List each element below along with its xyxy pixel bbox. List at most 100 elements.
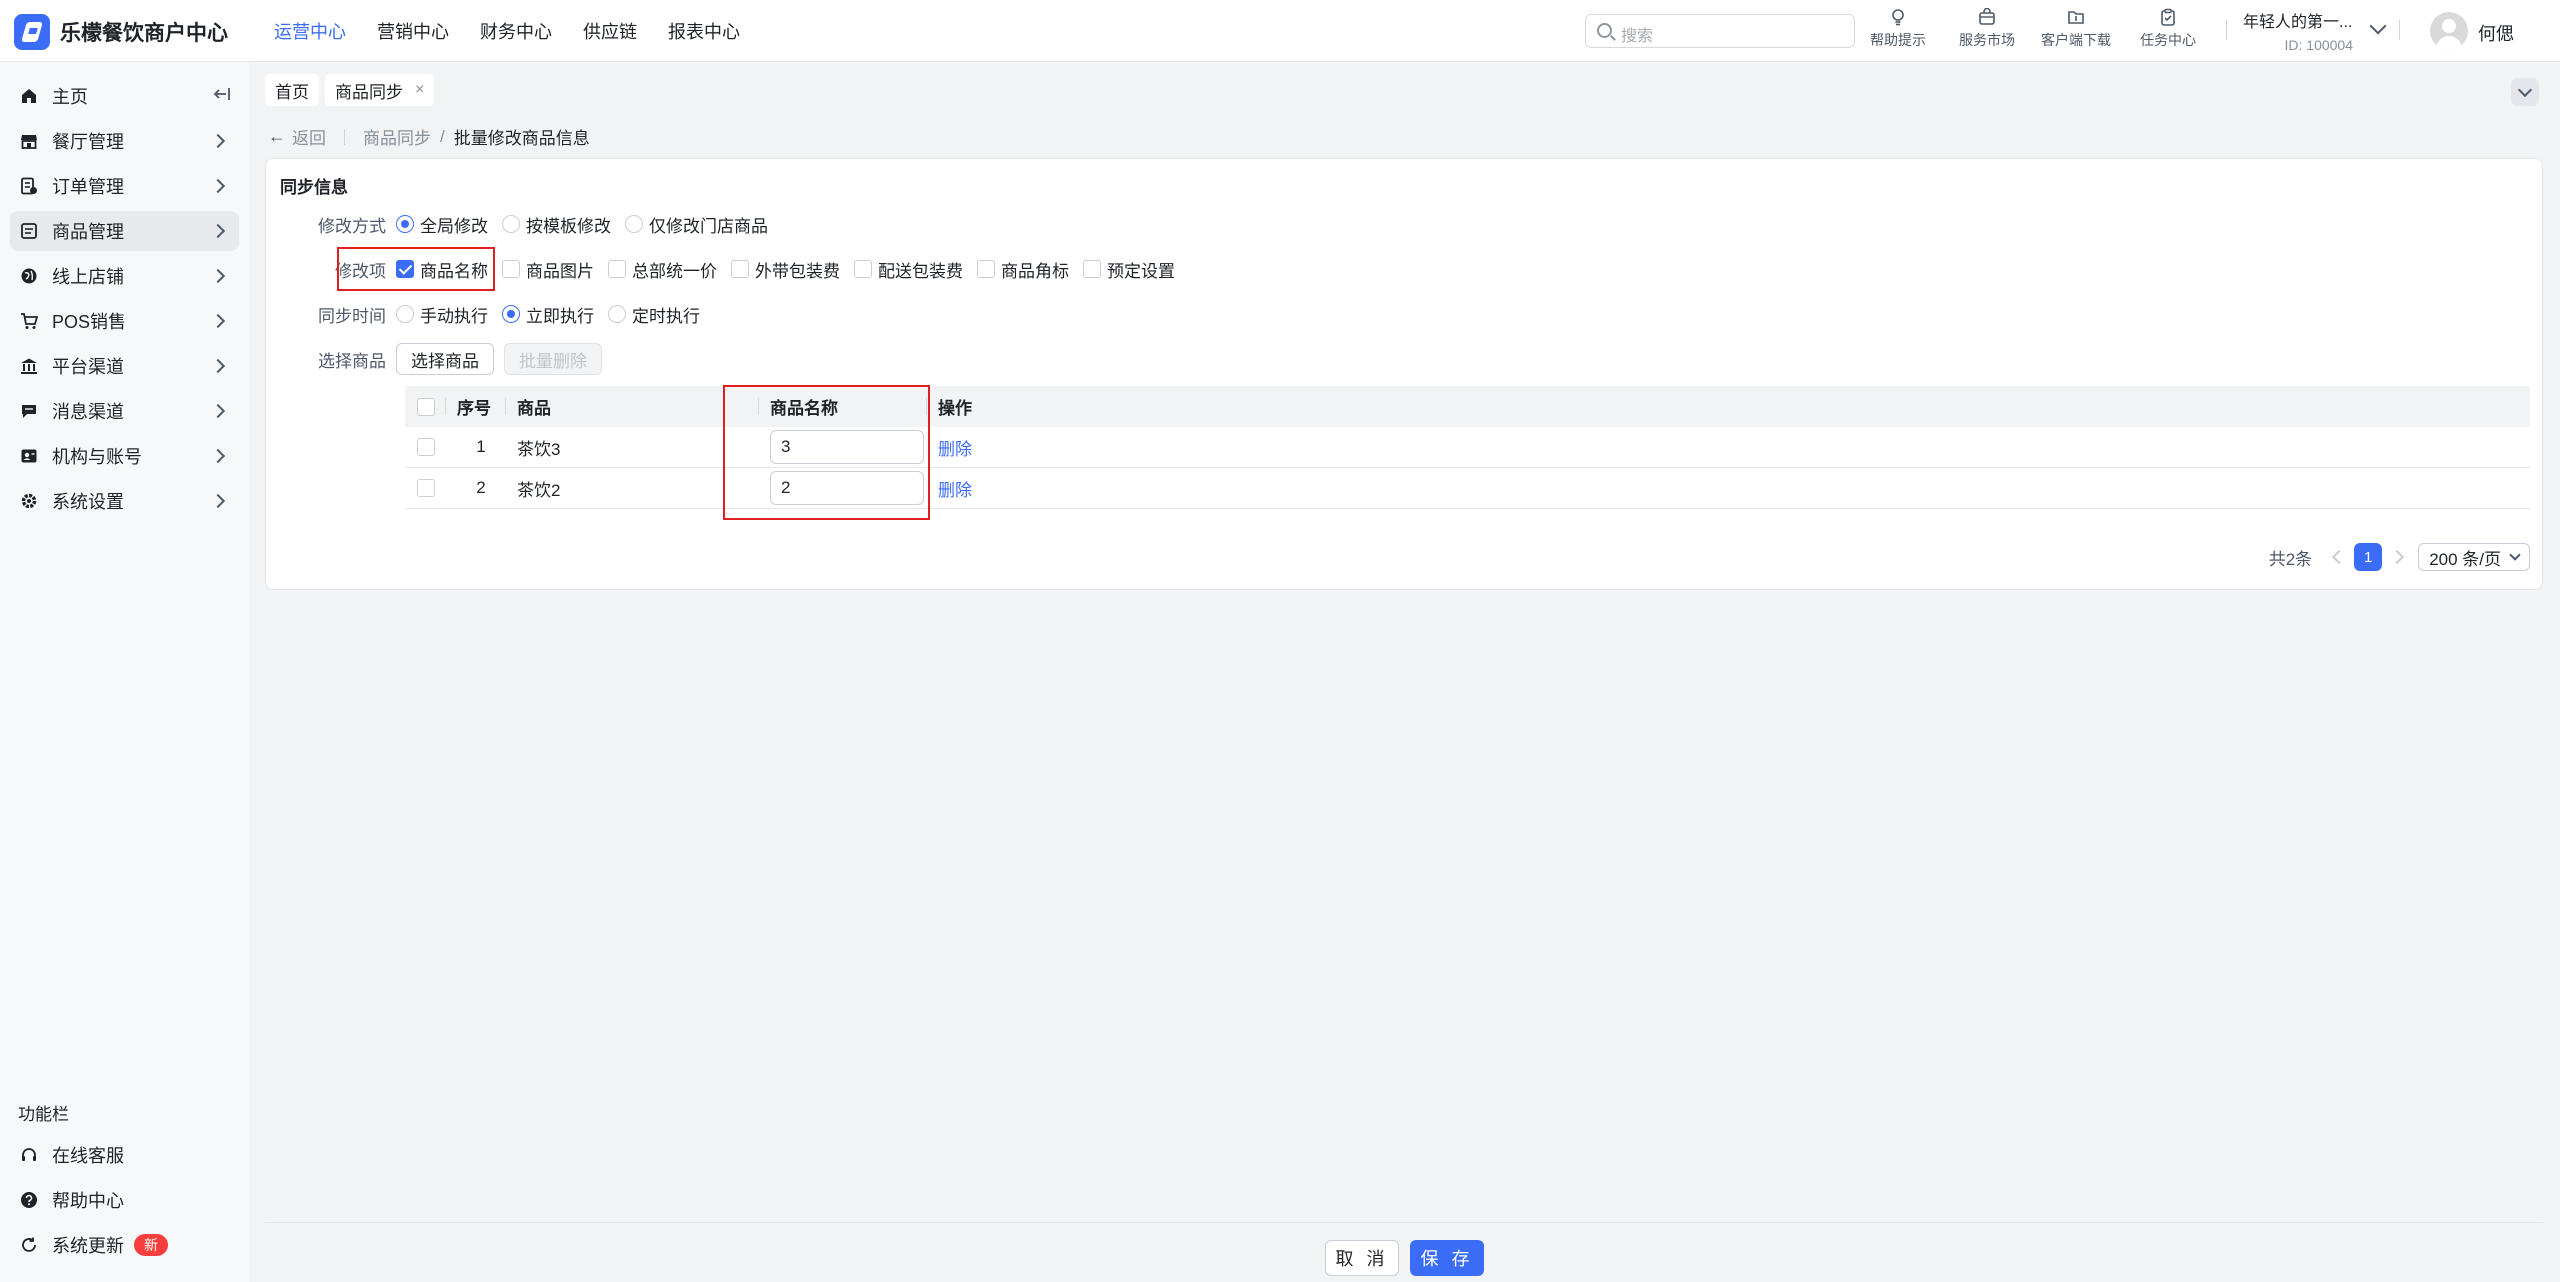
row-index: 2 <box>476 478 486 497</box>
radio[interactable] <box>396 305 414 323</box>
sync-info-card: 同步信息 修改方式 全局修改 按模板修改 仅修改门店商品 修改项 商品名称 商品… <box>265 158 2543 590</box>
headset-icon <box>22 1148 36 1161</box>
table-row: 2 茶饮2 2 删除 <box>405 468 2530 509</box>
mode-option-global[interactable]: 全局修改 <box>396 212 488 237</box>
sidebar-item-online-service[interactable]: 在线客服 <box>10 1135 239 1175</box>
item-option-goods-image[interactable]: 商品图片 <box>502 257 594 282</box>
client-download-button[interactable]: 客户端下载 <box>2041 8 2111 50</box>
tenant-name: 年轻人的第一... <box>2243 14 2353 31</box>
row-checkbox-cell <box>417 427 441 467</box>
breadcrumb-parent[interactable]: 商品同步 <box>363 124 431 149</box>
item-option-takeaway-fee[interactable]: 外带包装费 <box>731 257 840 282</box>
message-icon <box>22 405 36 418</box>
back-button[interactable]: ← 返回 <box>268 124 326 149</box>
sidebar-item-help-center[interactable]: 帮助中心 <box>10 1180 239 1220</box>
radio[interactable] <box>608 305 626 323</box>
topnav-supply-chain[interactable]: 供应链 <box>583 18 637 44</box>
sidebar-item-online-store[interactable]: 线上店铺 <box>10 256 239 296</box>
topnav-marketing[interactable]: 营销中心 <box>377 18 449 44</box>
checkbox[interactable] <box>1083 260 1101 278</box>
mode-option-store-only[interactable]: 仅修改门店商品 <box>625 212 768 237</box>
delete-link[interactable]: 删除 <box>938 435 972 460</box>
page-number-current[interactable]: 1 <box>2354 543 2383 571</box>
tab-goods-sync[interactable]: 商品同步 × <box>325 74 435 106</box>
radio-checked[interactable] <box>502 305 520 323</box>
sidebar-item-platform[interactable]: 平台渠道 <box>10 346 239 386</box>
sidebar-item-goods[interactable]: 商品管理 <box>10 211 239 251</box>
checkbox[interactable] <box>731 260 749 278</box>
sync-option-scheduled[interactable]: 定时执行 <box>608 302 700 327</box>
radio[interactable] <box>502 215 520 233</box>
select-goods-button[interactable]: 选择商品 <box>396 343 494 375</box>
topnav-operation[interactable]: 运营中心 <box>274 18 346 44</box>
logo-icon <box>14 14 50 50</box>
chevron-right-icon <box>210 358 226 374</box>
page-size-select[interactable]: 200 条/页 <box>2418 543 2530 571</box>
sidebar-item-orders[interactable]: 订单管理 <box>10 166 239 206</box>
sidebar-item-home[interactable]: 主页 <box>10 76 239 116</box>
cancel-button[interactable]: 取 消 <box>1325 1240 1399 1276</box>
checkbox-checked[interactable] <box>396 260 414 278</box>
goods-name-input[interactable]: 2 <box>770 471 924 505</box>
sidebar-item-restaurant[interactable]: 餐厅管理 <box>10 121 239 161</box>
help-tips-button[interactable]: 帮助提示 <box>1870 8 1926 50</box>
sidebar-item-label: 主页 <box>52 87 88 107</box>
back-label: 返回 <box>292 129 326 148</box>
task-center-button[interactable]: 任务中心 <box>2140 8 2196 50</box>
sidebar-item-org-account[interactable]: 机构与账号 <box>10 436 239 476</box>
avatar[interactable] <box>2430 12 2468 50</box>
select-all-checkbox[interactable] <box>417 397 435 416</box>
item-option-delivery-fee[interactable]: 配送包装费 <box>854 257 963 282</box>
app-title: 乐檬餐饮商户中心 <box>60 22 228 45</box>
topnav-reports[interactable]: 报表中心 <box>668 18 740 44</box>
sidebar-item-label: 帮助中心 <box>52 1191 124 1211</box>
bank-icon <box>21 358 37 374</box>
tenant-switcher[interactable]: 年轻人的第一... ID: 100004 <box>2243 8 2363 53</box>
item-option-corner-mark[interactable]: 商品角标 <box>977 257 1069 282</box>
row-goods: 茶饮3 <box>517 439 561 459</box>
chevron-down-icon[interactable] <box>2369 17 2387 35</box>
divider <box>2399 20 2400 40</box>
service-market-label: 服务市场 <box>1959 32 2015 48</box>
row-checkbox[interactable] <box>417 438 435 456</box>
client-download-label: 客户端下载 <box>2041 32 2111 48</box>
sidebar-item-settings[interactable]: 系统设置 <box>10 481 239 521</box>
save-button[interactable]: 保 存 <box>1410 1240 1484 1276</box>
goods-name-input[interactable]: 3 <box>770 430 924 464</box>
radio-checked[interactable] <box>396 215 414 233</box>
tab-home[interactable]: 首页 <box>265 74 319 106</box>
sidebar-item-pos[interactable]: POS销售 <box>10 301 239 341</box>
page-size-value: 200 条/页 <box>2429 549 2501 569</box>
service-market-button[interactable]: 服务市场 <box>1959 8 2015 50</box>
pagination: 共2条 1 200 条/页 <box>2269 543 2530 571</box>
sidebar-item-label: 机构与账号 <box>52 447 142 467</box>
mode-option-template[interactable]: 按模板修改 <box>502 212 611 237</box>
prev-page-icon[interactable] <box>2332 549 2347 565</box>
help-icon <box>21 1192 37 1208</box>
topnav-finance[interactable]: 财务中心 <box>480 18 552 44</box>
top-bar: 乐檬餐饮商户中心 运营中心 营销中心 财务中心 供应链 报表中心 搜索 帮助提示… <box>0 0 2560 62</box>
checkbox[interactable] <box>854 260 872 278</box>
item-option-reservation[interactable]: 预定设置 <box>1083 257 1175 282</box>
user-name[interactable]: 何偲 <box>2478 20 2514 46</box>
sidebar-item-message[interactable]: 消息渠道 <box>10 391 239 431</box>
row-checkbox[interactable] <box>417 479 435 497</box>
search-placeholder: 搜索 <box>1621 28 1654 45</box>
tabs-more-button[interactable] <box>2511 78 2539 106</box>
batch-delete-button[interactable]: 批量删除 <box>504 343 602 375</box>
radio[interactable] <box>625 215 643 233</box>
sync-option-manual[interactable]: 手动执行 <box>396 302 488 327</box>
close-icon[interactable]: × <box>415 81 424 99</box>
next-page-icon[interactable] <box>2390 549 2405 565</box>
sidebar-item-system-update[interactable]: 系统更新 新 <box>10 1225 239 1265</box>
item-option-goods-name[interactable]: 商品名称 <box>396 257 488 282</box>
chevron-right-icon <box>210 448 226 464</box>
delete-link[interactable]: 删除 <box>938 476 972 501</box>
app-logo[interactable]: 乐檬餐饮商户中心 <box>14 14 228 50</box>
checkbox[interactable] <box>502 260 520 278</box>
checkbox[interactable] <box>608 260 626 278</box>
sync-option-immediate[interactable]: 立即执行 <box>502 302 594 327</box>
search-input[interactable]: 搜索 <box>1585 14 1855 48</box>
item-option-hq-price[interactable]: 总部统一价 <box>608 257 717 282</box>
checkbox[interactable] <box>977 260 995 278</box>
